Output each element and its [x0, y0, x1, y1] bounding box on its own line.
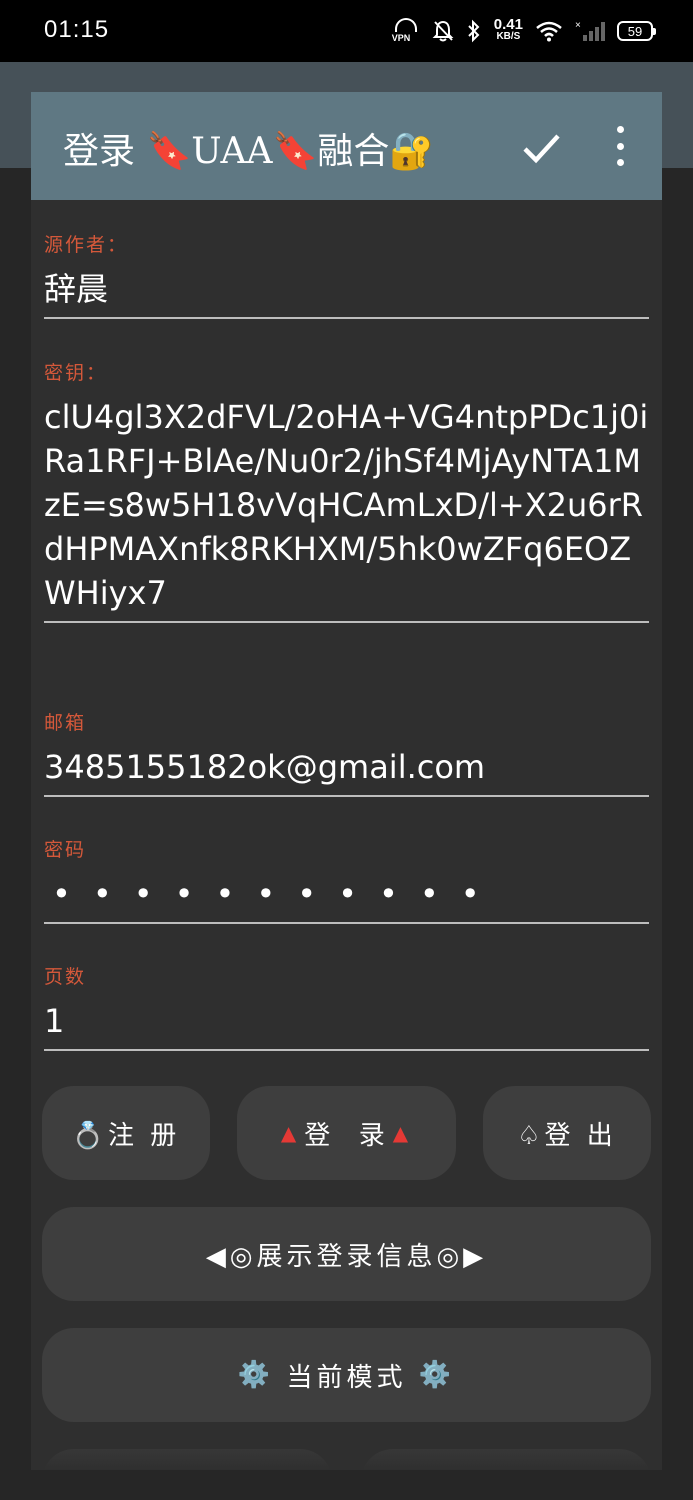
pages-field[interactable]: 页数 1 — [44, 962, 649, 1051]
triangle-icon: ▲ — [280, 1121, 301, 1145]
status-icons: VPN 0.41 KB/S × 59 — [392, 14, 656, 48]
svg-text:×: × — [575, 20, 581, 31]
email-value[interactable]: 3485155182ok@gmail.com — [44, 745, 649, 789]
triangle-icon: ▲ — [392, 1121, 413, 1145]
author-label: 源作者： — [44, 234, 129, 256]
key-underline — [44, 621, 649, 623]
logout-label: ♤登 出 — [517, 1120, 617, 1151]
more-options-icon[interactable] — [609, 126, 631, 166]
logout-button[interactable]: ♤登 出 — [483, 1086, 651, 1180]
current-mode-button[interactable]: ⚙️ 当前模式 ⚙️ — [42, 1328, 651, 1422]
current-mode-label: 当前模式 — [274, 1362, 419, 1393]
gear-icon: ⚙️ — [418, 1360, 456, 1390]
dialog-title: 登录 🔖UAA🔖融合🔐 — [63, 131, 435, 172]
signal-icon: × — [575, 20, 605, 41]
battery-icon: 59 — [617, 21, 656, 41]
register-label: 💍注 册 — [71, 1120, 181, 1151]
pages-value[interactable]: 1 — [44, 999, 649, 1043]
bell-muted-icon — [432, 20, 454, 42]
pages-underline — [44, 1049, 649, 1051]
password-field[interactable]: 密码 ••••••••••• — [44, 835, 649, 924]
password-underline — [44, 922, 649, 924]
author-underline — [44, 317, 649, 319]
key-value[interactable]: clU4gl3X2dFVL/2oHA+VG4ntpPDc1j0iRa1RFJ+B… — [44, 395, 649, 615]
login-label: 登 录 — [304, 1120, 389, 1151]
email-label: 邮箱 — [44, 712, 87, 734]
scroll-fade — [31, 1432, 662, 1470]
status-bar: 01:15 VPN 0.41 KB/S × 59 — [0, 0, 693, 62]
net-speed: 0.41 KB/S — [493, 16, 523, 42]
status-time: 01:15 — [44, 16, 110, 43]
register-button[interactable]: 💍注 册 — [42, 1086, 210, 1180]
wifi-icon — [536, 21, 562, 42]
author-value[interactable]: 辞晨 — [44, 267, 649, 311]
dialog-header: 登录 🔖UAA🔖融合🔐 — [31, 92, 662, 200]
key-field[interactable]: 密钥： clU4gl3X2dFVL/2oHA+VG4ntpPDc1j0iRa1R… — [44, 358, 649, 623]
vpn-icon: VPN — [392, 16, 420, 46]
email-field[interactable]: 邮箱 3485155182ok@gmail.com — [44, 708, 649, 797]
gear-icon: ⚙️ — [237, 1360, 275, 1390]
login-button[interactable]: ▲ 登 录 ▲ — [237, 1086, 456, 1180]
check-icon[interactable] — [517, 124, 565, 172]
pages-label: 页数 — [44, 966, 87, 988]
show-login-info-label: ◀◎展示登录信息◎▶ — [205, 1241, 488, 1272]
bluetooth-icon — [468, 19, 480, 43]
password-label: 密码 — [44, 839, 87, 861]
key-label: 密钥： — [44, 362, 108, 384]
password-value[interactable]: ••••••••••• — [44, 872, 649, 916]
login-dialog: 登录 🔖UAA🔖融合🔐 源作者： 辞晨 密钥： clU4gl3X2dFVL/2o… — [31, 92, 662, 1470]
email-underline — [44, 795, 649, 797]
show-login-info-button[interactable]: ◀◎展示登录信息◎▶ — [42, 1207, 651, 1301]
author-field[interactable]: 源作者： 辞晨 — [44, 230, 649, 319]
